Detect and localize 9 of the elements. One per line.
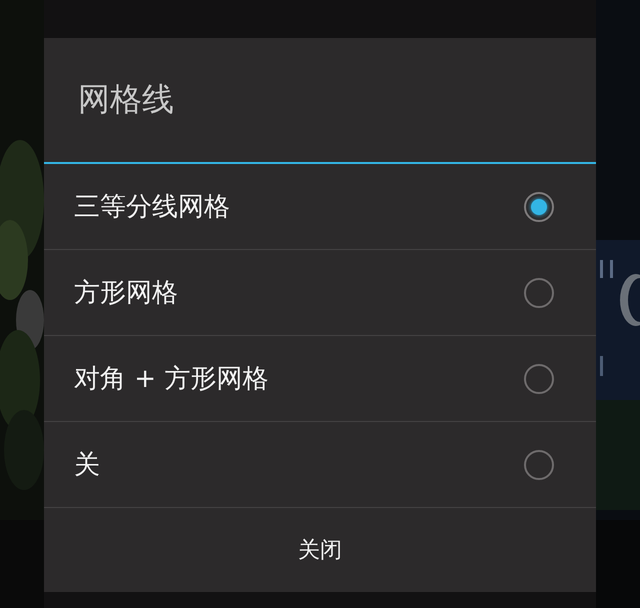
option-label: 三等分线网格	[74, 191, 230, 224]
radio-button[interactable]	[524, 192, 554, 222]
option-label: 对角 + 方形网格	[74, 363, 268, 396]
option-label: 关	[74, 449, 100, 482]
option-label: 方形网格	[74, 277, 178, 310]
radio-button[interactable]	[524, 278, 554, 308]
radio-button[interactable]	[524, 450, 554, 480]
radio-button[interactable]	[524, 364, 554, 394]
option-row[interactable]: 三等分线网格	[44, 164, 596, 250]
